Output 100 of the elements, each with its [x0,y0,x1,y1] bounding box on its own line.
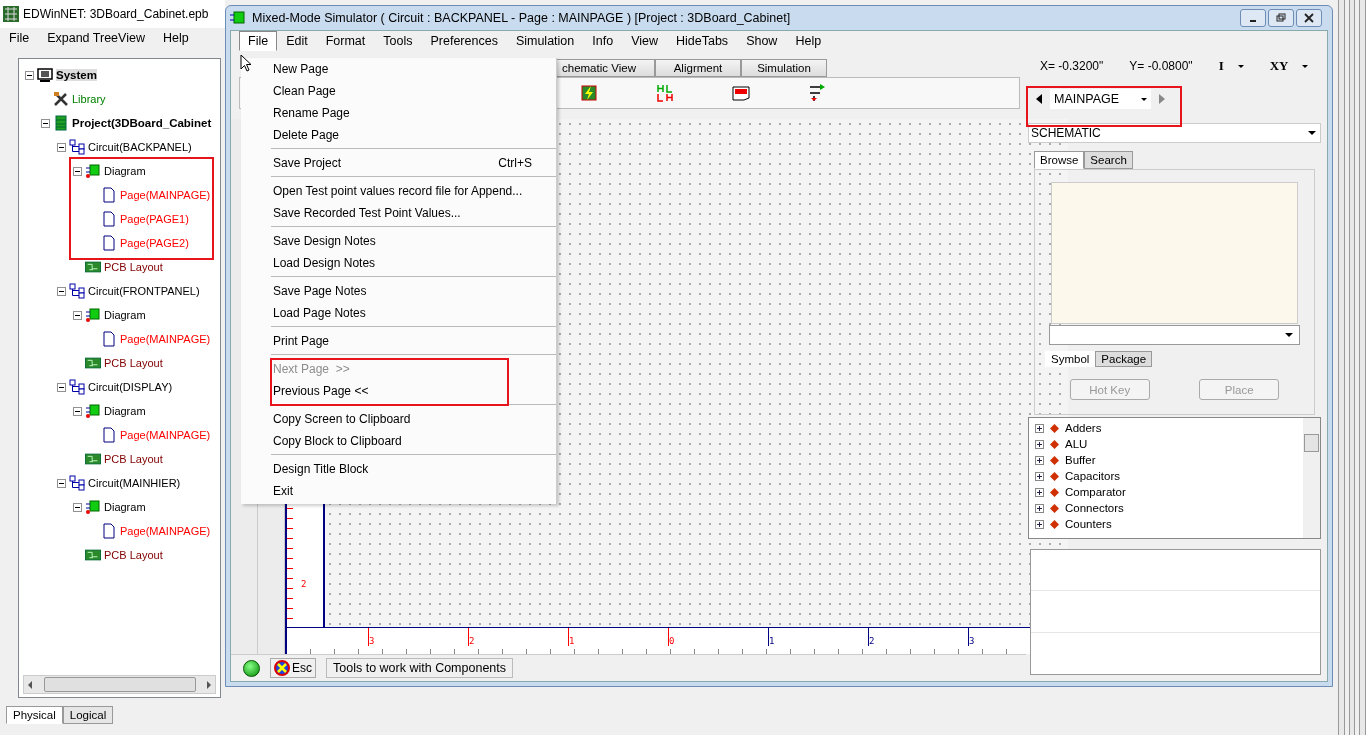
next-page-icon[interactable] [1159,94,1166,104]
tree-item[interactable]: Counters [1065,518,1112,530]
expand-icon[interactable] [1035,455,1044,465]
collapse-toggle[interactable] [73,502,82,512]
horizontal-scrollbar[interactable] [23,675,216,694]
tree-item[interactable]: System [56,69,97,81]
tree-item[interactable]: Page(MAINPAGE) [120,333,211,345]
collapse-toggle[interactable] [73,406,82,416]
menu-item[interactable]: Print Page [273,334,330,348]
tree-item[interactable]: Page(PAGE2) [120,237,189,249]
tree-item[interactable]: Comparator [1065,486,1126,498]
previous-page-icon[interactable] [1036,94,1042,104]
tab[interactable]: chematic View [555,59,655,77]
tree-item[interactable]: Circuit(DISPLAY) [88,381,173,393]
tree-item[interactable]: Library [72,93,106,105]
collapse-toggle[interactable] [73,310,82,320]
tree-item[interactable]: Diagram [104,501,146,513]
menu-item[interactable]: Delete Page [273,128,340,142]
collapse-toggle[interactable] [57,286,66,296]
tab[interactable]: Physical [6,706,63,724]
menu-item[interactable]: Tools [374,31,422,51]
tab[interactable]: Logical [62,706,114,724]
menu-item[interactable]: Design Title Block [273,462,369,476]
library-dropdown[interactable] [1049,325,1300,345]
tree-item[interactable]: Circuit(BACKPANEL) [88,141,192,153]
tab[interactable]: Browse [1034,151,1085,169]
menu-item[interactable]: Show [737,31,787,51]
tree-item[interactable]: Connectors [1065,502,1124,514]
menu-item[interactable]: Info [583,31,623,51]
tree-item[interactable]: ALU [1065,438,1088,450]
vertical-scrollbar[interactable] [1303,418,1320,538]
menu-item[interactable]: Exit [273,484,293,498]
menu-item[interactable]: Copy Screen to Clipboard [273,412,411,426]
collapse-toggle[interactable] [57,382,66,392]
tree-item[interactable]: Project(3DBoard_Cabinet [72,117,212,129]
menu-item[interactable]: File [239,31,278,51]
menu-item[interactable]: Rename Page [273,106,350,120]
menu-item[interactable]: Clean Page [273,84,336,98]
tree-item[interactable]: PCB Layout [104,453,163,465]
tree-item[interactable]: Diagram [104,309,146,321]
menu-item[interactable]: Help [153,31,198,45]
mode-dropdown[interactable]: XY [1269,58,1309,74]
tree-item[interactable]: Page(MAINPAGE) [120,525,211,537]
menu-item[interactable]: Load Design Notes [273,256,376,270]
menu-item[interactable]: Expand TreeView [38,31,154,45]
tree-item[interactable]: Adders [1065,422,1102,434]
collapse-toggle[interactable] [25,70,34,80]
unit-dropdown[interactable]: I [1218,58,1244,74]
collapse-toggle[interactable] [41,118,50,128]
tree-item[interactable]: PCB Layout [104,357,163,369]
menu-item[interactable]: View [622,31,667,51]
document-icon[interactable] [732,84,750,102]
tab[interactable]: Symbol [1045,351,1096,367]
close-button[interactable] [1296,9,1322,27]
menu-item[interactable]: Edit [277,31,317,51]
collapse-toggle[interactable] [73,166,82,176]
tab[interactable]: Package [1095,351,1153,367]
menu-item[interactable]: Load Page Notes [273,306,366,320]
collapse-toggle[interactable] [57,142,66,152]
tree-item[interactable]: PCB Layout [104,261,163,273]
tree-item[interactable]: Buffer [1065,454,1096,466]
restore-button[interactable] [1268,9,1294,27]
escape-button[interactable]: Esc [270,658,316,678]
menu-item[interactable]: Save Page Notes [273,284,367,298]
tree-item[interactable]: Diagram [104,165,146,177]
tree-item[interactable]: Page(PAGE1) [120,213,189,225]
menu-item[interactable]: Open Test point values record file for Append... [273,184,523,198]
menu-item[interactable]: Save Design Notes [273,234,376,248]
expand-icon[interactable] [1035,471,1044,481]
view-dropdown[interactable]: SCHEMATIC [1028,123,1321,143]
menu-item[interactable]: HideTabs [667,31,738,51]
page-dropdown[interactable]: MAINPAGE [1050,89,1152,109]
menu-item[interactable]: Previous Page << [273,384,369,398]
expand-icon[interactable] [1035,487,1044,497]
menu-item[interactable]: Format [316,31,375,51]
tree-item[interactable]: Page(MAINPAGE) [120,429,211,441]
menu-item[interactable]: Copy Block to Clipboard [273,434,402,448]
tree-item[interactable]: Diagram [104,405,146,417]
expand-icon[interactable] [1035,503,1044,513]
menu-item[interactable]: Help [786,31,831,51]
menu-item[interactable]: Simulation [506,31,584,51]
menu-item[interactable]: Save Recorded Test Point Values... [273,206,461,220]
tree-item[interactable]: Circuit(FRONTPANEL) [88,285,200,297]
collapse-toggle[interactable] [57,478,66,488]
minimize-button[interactable] [1240,9,1266,27]
expand-icon[interactable] [1035,519,1044,529]
expand-icon[interactable] [1035,423,1044,433]
tree-item[interactable]: Capacitors [1065,470,1120,482]
expand-icon[interactable] [1035,439,1044,449]
tab[interactable]: Simulation [741,59,827,77]
tab[interactable]: Aligrment [655,59,741,77]
tab[interactable]: Search [1084,151,1133,169]
tree-item[interactable]: PCB Layout [104,549,163,561]
menu-item[interactable]: File [0,31,39,45]
tree-item[interactable]: Page(MAINPAGE) [120,189,211,201]
lightning-icon[interactable] [580,84,598,102]
menu-item[interactable]: Save Project [273,156,342,170]
tree-item[interactable]: Circuit(MAINHIER) [88,477,181,489]
menu-item[interactable]: Preferences [421,31,507,51]
logic-levels-icon[interactable] [656,84,674,102]
